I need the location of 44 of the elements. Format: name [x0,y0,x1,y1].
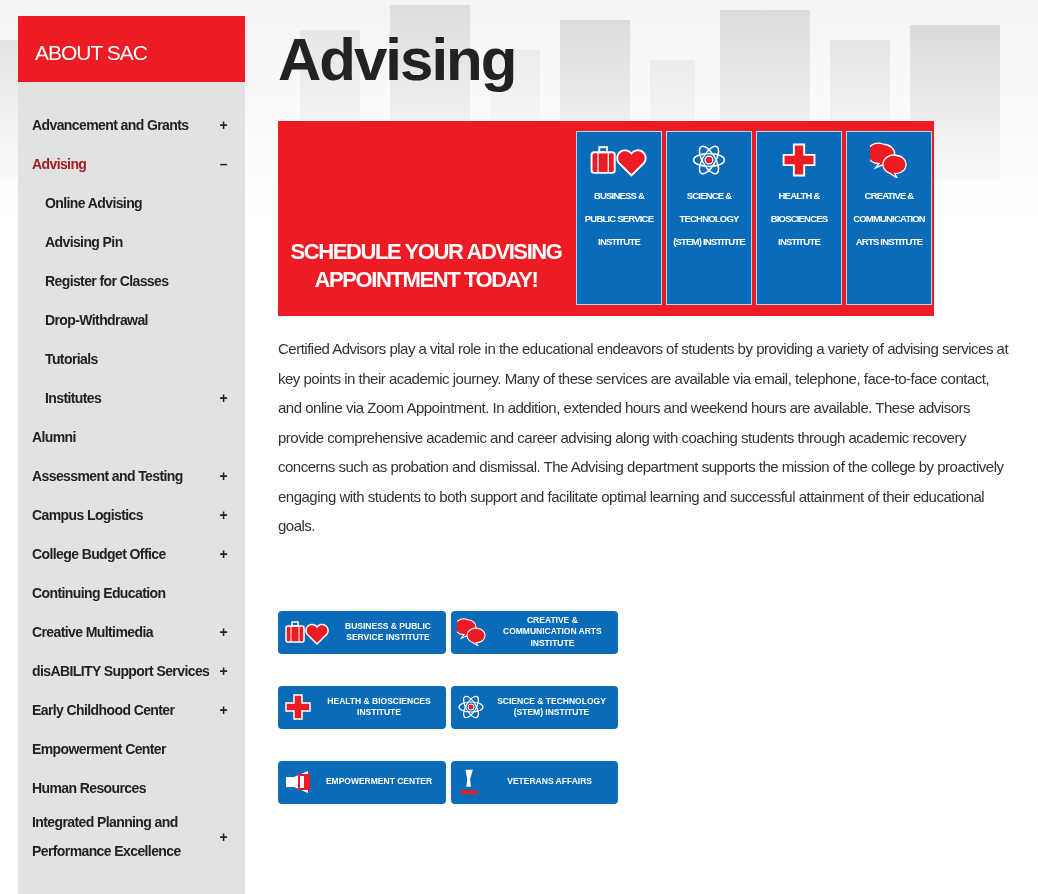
sidebar-item[interactable]: Early Childhood Center + [18,691,245,730]
institute-button[interactable]: EMPOWERMENT CENTER [278,760,446,804]
sidebar-item[interactable]: Advancement and Grants + [18,106,245,145]
toggle-icon[interactable]: + [219,696,227,725]
advising-banner[interactable]: SCHEDULE YOUR ADVISING APPOINTMENT TODAY! BUSINESS & PUBLIC SERVICE INSTITUTE SCIENCE & TECHNOLOGY (STEM) INSTITUTE HEALTH & BIOSCIENCES INSTITUTE CREATIVE & COMMUNICATION ARTS INSTITUTE [278,121,934,316]
sidebar-item[interactable]: Advising – [18,145,245,184]
toggle-icon[interactable]: + [219,822,227,852]
toggle-icon[interactable]: + [219,618,227,647]
sidebar-item[interactable]: Integrated Planning and Performance Excellence + [18,808,245,866]
sidebar-item[interactable]: Campus Logistics + [18,496,245,535]
intro-paragraph: Certified Advisors play a vital role in the educational endeavors of students by providing a variety of advising services at key points in their academic journey. Many of these services are available via email, telephone, face-to-face contact, and online via Zoom Appointment. In addition, extended hours and weekend hours are available. These advisors provide comprehensive academic and career advising along with coaching students through academic recovery concerns such as probation and dismissal. The Advising department supports the mission of the college by proactively engaging with students to both support and facilitate optimal learning and successful attainment of their educational goals. [278,339,1010,536]
sidebar-item[interactable]: Drop-Withdrawal [18,301,245,340]
banner-headline: SCHEDULE YOUR ADVISING APPOINTMENT TODAY! [289,238,563,293]
toggle-icon[interactable]: + [219,501,227,530]
sidebar-item[interactable]: Institutes + [18,379,245,418]
institute-button[interactable]: SCIENCE & TECHNOLOGY (STEM) INSTITUTE [451,685,618,729]
sidebar-item[interactable]: Alumni [18,418,245,457]
institute-tile[interactable]: SCIENCE & TECHNOLOGY (STEM) INSTITUTE [666,131,752,305]
sidebar-item[interactable]: Creative Multimedia + [18,613,245,652]
institute-button[interactable]: BUSINESS & PUBLIC SERVICE INSTITUTE [278,610,446,654]
sidebar-item[interactable]: Empowerment Center [18,730,245,769]
institute-tile[interactable]: CREATIVE & COMMUNICATION ARTS INSTITUTE [846,131,932,305]
sidebar-item[interactable]: disABILITY Support Services + [18,652,245,691]
sidebar-item[interactable]: Register for Classes [18,262,245,301]
institute-tile[interactable]: HEALTH & BIOSCIENCES INSTITUTE [756,131,842,305]
sidebar-item[interactable]: Advising Pin [18,223,245,262]
sidebar-item[interactable]: Tutorials [18,340,245,379]
sidebar-item[interactable]: Continuing Education [18,574,245,613]
toggle-icon[interactable]: + [219,462,227,491]
institute-tile[interactable]: BUSINESS & PUBLIC SERVICE INSTITUTE [576,131,662,305]
toggle-icon[interactable]: + [219,111,227,140]
toggle-icon[interactable]: + [219,657,227,686]
sidebar-item[interactable]: Human Resources [18,769,245,808]
institute-button[interactable]: CREATIVE & COMMUNICATION ARTS INSTITUTE [451,610,618,654]
page-title: Advising [278,30,516,90]
toggle-icon[interactable]: + [219,384,227,413]
toggle-icon[interactable]: + [219,540,227,569]
institute-button[interactable]: VETERANS AFFAIRS [451,760,618,804]
institute-button[interactable]: HEALTH & BIOSCIENCES INSTITUTE [278,685,446,729]
toggle-icon[interactable]: – [219,150,227,179]
sidebar-item[interactable]: Online Advising [18,184,245,223]
sidebar-item[interactable]: College Budget Office + [18,535,245,574]
sidebar-item[interactable]: Assessment and Testing + [18,457,245,496]
sidebar-heading: ABOUT SAC [18,16,245,82]
